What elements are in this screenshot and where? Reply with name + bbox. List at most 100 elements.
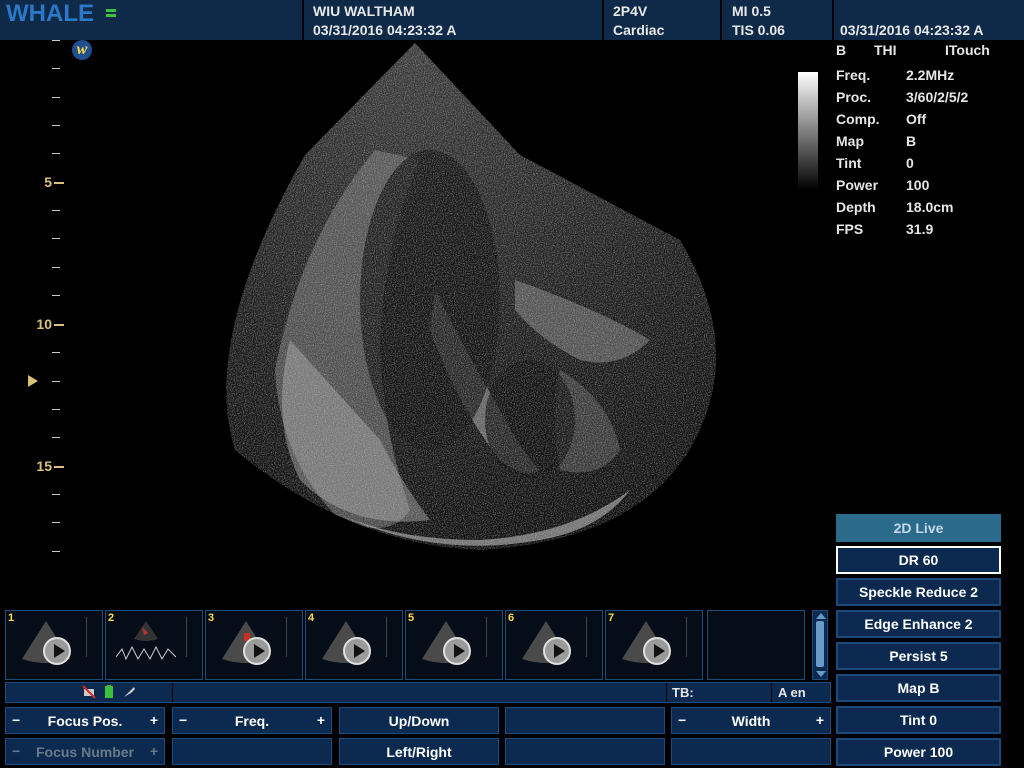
whale-logo: WHALE bbox=[6, 0, 94, 27]
thumbnail-2[interactable]: 2 bbox=[105, 610, 203, 680]
focus-marker-icon[interactable] bbox=[28, 375, 38, 387]
ruler-tick bbox=[52, 40, 60, 41]
edge-enhance-button[interactable]: Edge Enhance 2 bbox=[836, 610, 1001, 638]
probe-name: 2P4V bbox=[613, 3, 648, 19]
probe-icon bbox=[124, 687, 135, 697]
thumbnail-params bbox=[186, 617, 200, 657]
thumbnail-1[interactable]: 1 bbox=[5, 610, 103, 680]
play-icon[interactable] bbox=[443, 637, 471, 665]
play-icon[interactable] bbox=[543, 637, 571, 665]
clock-cell: 03/31/2016 04:23:32 A bbox=[834, 0, 1024, 40]
probe-info: 2P4V Cardiac bbox=[604, 0, 722, 40]
mode-b: B bbox=[836, 42, 847, 58]
focus-number-control[interactable]: − Focus Number + bbox=[5, 738, 165, 765]
thumbnail-3[interactable]: 3 bbox=[205, 610, 303, 680]
status-bar: TB: A en bbox=[5, 682, 831, 703]
thumbnail-number: 6 bbox=[508, 612, 515, 624]
ruler-tick bbox=[52, 522, 60, 523]
play-icon[interactable] bbox=[343, 637, 371, 665]
param-map: Map B bbox=[836, 133, 917, 149]
up-down-label: Up/Down bbox=[388, 713, 450, 729]
left-right-control[interactable]: Left/Right bbox=[339, 738, 499, 765]
empty-control bbox=[505, 738, 665, 765]
param-power: Power 100 bbox=[836, 177, 930, 193]
thumbnail-params bbox=[486, 617, 500, 657]
institution-name: WIU WALTHAM bbox=[313, 3, 415, 19]
ruler-tick bbox=[52, 295, 60, 296]
mode-row: B THI ITouch bbox=[836, 42, 1024, 60]
ruler-tick bbox=[52, 551, 60, 552]
ruler-major-tick bbox=[54, 182, 64, 184]
ruler-tick bbox=[52, 267, 60, 268]
freq-control[interactable]: − Freq. + bbox=[172, 707, 332, 734]
focus-pos-control[interactable]: − Focus Pos. + bbox=[5, 707, 165, 734]
thumbnail-number: 2 bbox=[108, 612, 115, 624]
thumbnail-number: 4 bbox=[308, 612, 315, 624]
increase-icon[interactable]: + bbox=[150, 712, 158, 728]
logo-mark-icon bbox=[106, 9, 116, 23]
ruler-tick bbox=[52, 352, 60, 353]
ruler-tick bbox=[52, 238, 60, 239]
scroll-thumb[interactable] bbox=[816, 621, 824, 667]
thumbnail-number: 1 bbox=[8, 612, 15, 624]
ruler-tick bbox=[52, 494, 60, 495]
thumbnail-6[interactable]: 6 bbox=[505, 610, 603, 680]
depth-label-5: 5 bbox=[44, 174, 52, 190]
logo-cell: WHALE bbox=[0, 0, 304, 40]
empty-control bbox=[671, 738, 831, 765]
thumbnail-params bbox=[686, 617, 700, 657]
persist-button[interactable]: Persist 5 bbox=[836, 642, 1001, 670]
depth-label-15: 15 bbox=[36, 458, 52, 474]
scroll-up-icon[interactable] bbox=[816, 613, 826, 619]
up-down-control[interactable]: Up/Down bbox=[339, 707, 499, 734]
2d-live-button[interactable]: 2D Live bbox=[836, 514, 1001, 542]
play-icon[interactable] bbox=[243, 637, 271, 665]
current-datetime: 03/31/2016 04:23:32 A bbox=[840, 22, 984, 38]
ruler-tick bbox=[52, 381, 60, 382]
thumbnail-4[interactable]: 4 bbox=[305, 610, 403, 680]
width-control[interactable]: − Width + bbox=[671, 707, 831, 734]
param-freq: Freq. 2.2MHz bbox=[836, 67, 955, 83]
tint-button[interactable]: Tint 0 bbox=[836, 706, 1001, 734]
thumbnail-number: 5 bbox=[408, 612, 415, 624]
ultrasound-image[interactable] bbox=[180, 40, 720, 560]
increase-icon[interactable]: + bbox=[317, 712, 325, 728]
increase-icon[interactable]: + bbox=[150, 743, 158, 759]
header-bar: WHALE WIU WALTHAM 03/31/2016 04:23:32 A … bbox=[0, 0, 1024, 40]
thumbnail-params bbox=[286, 617, 300, 657]
patient-info: WIU WALTHAM 03/31/2016 04:23:32 A bbox=[304, 0, 604, 40]
power-button[interactable]: Power 100 bbox=[836, 738, 1001, 766]
language-indicator[interactable]: A en bbox=[778, 685, 806, 700]
printer-off-icon[interactable] bbox=[82, 685, 96, 699]
speckle-reduce-button[interactable]: Speckle Reduce 2 bbox=[836, 578, 1001, 606]
empty-control bbox=[505, 707, 665, 734]
cine-thumbnails: 1 2 3 4 5 6 7 bbox=[5, 610, 805, 680]
thumbnail-params bbox=[86, 617, 100, 657]
focus-number-label: Focus Number bbox=[35, 744, 134, 760]
thumbnail-7[interactable]: 7 bbox=[605, 610, 703, 680]
thumbnail-params bbox=[586, 617, 600, 657]
exam-datetime: 03/31/2016 04:23:32 A bbox=[313, 22, 457, 38]
param-fps: FPS 31.9 bbox=[836, 221, 934, 237]
safety-indices: MI 0.5 TIS 0.06 bbox=[722, 0, 834, 40]
thumbnail-params bbox=[386, 617, 400, 657]
thumbnail-number: 7 bbox=[608, 612, 615, 624]
depth-label-10: 10 bbox=[36, 316, 52, 332]
focus-pos-label: Focus Pos. bbox=[47, 713, 123, 729]
increase-icon[interactable]: + bbox=[816, 712, 824, 728]
ruler-major-tick bbox=[54, 324, 64, 326]
ruler-tick bbox=[52, 437, 60, 438]
play-icon[interactable] bbox=[43, 637, 71, 665]
thumbnail-doppler-image bbox=[116, 621, 176, 661]
thumbnail-5[interactable]: 5 bbox=[405, 610, 503, 680]
empty-control bbox=[172, 738, 332, 765]
param-tint: Tint 0 bbox=[836, 155, 914, 171]
play-icon[interactable] bbox=[643, 637, 671, 665]
param-proc: Proc. 3/60/2/5/2 bbox=[836, 89, 969, 105]
thumbnail-empty bbox=[707, 610, 805, 680]
scroll-down-icon[interactable] bbox=[816, 671, 826, 677]
dr-button[interactable]: DR 60 bbox=[836, 546, 1001, 574]
depth-ruler: 5 10 15 bbox=[0, 40, 70, 560]
thumbnail-scrollbar[interactable] bbox=[812, 610, 828, 680]
map-button[interactable]: Map B bbox=[836, 674, 1001, 702]
